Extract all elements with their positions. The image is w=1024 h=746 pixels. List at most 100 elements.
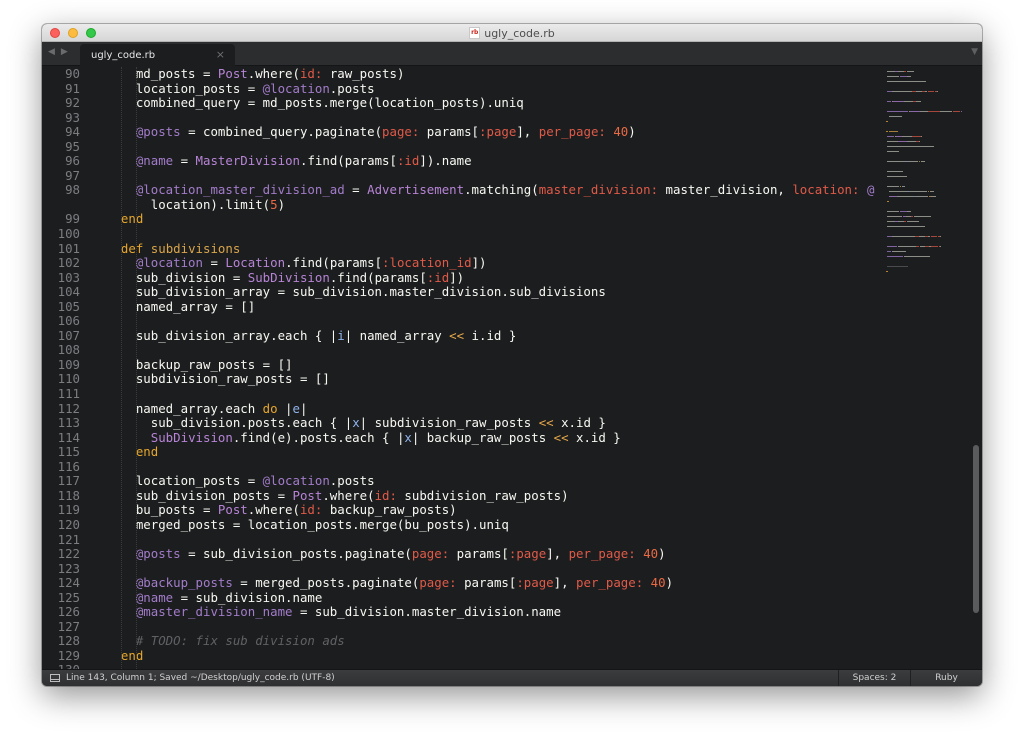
- line-number: 127: [57, 618, 80, 634]
- minimap-line: [899, 211, 907, 212]
- code-editor[interactable]: 90 91 92 93 94 95 96 97 98 99 100 101 102 103 104 105 10…: [42, 67, 982, 669]
- minimap-line: [914, 216, 931, 217]
- ruby-file-icon: rb: [469, 27, 481, 39]
- code-token: @location: [262, 473, 330, 489]
- title-bar: rb ugly_code.rb: [42, 24, 982, 42]
- code-token: x.id }: [553, 415, 606, 431]
- scroll-thumb[interactable]: [973, 445, 979, 613]
- code-token: sub_division_array.each { |: [106, 327, 338, 343]
- code-line: subdivision_raw_posts = []: [106, 372, 882, 387]
- code-token: location).limit(: [106, 196, 271, 212]
- code-token: :page: [479, 124, 517, 140]
- line-number: 115: [57, 444, 80, 460]
- code-token: .posts: [329, 80, 375, 96]
- code-token: ]): [471, 255, 487, 271]
- code-token: = merged_posts.paginate(: [232, 575, 420, 591]
- minimap-line: [887, 136, 894, 137]
- tab-back-arrow-icon[interactable]: ◀: [48, 47, 55, 57]
- tab-forward-arrow-icon[interactable]: ▶: [61, 47, 68, 57]
- minimap-line: [903, 71, 906, 72]
- line-number-gutter: 90 91 92 93 94 95 96 97 98 99 100 101 102 103 104 105 10…: [42, 67, 94, 669]
- minimap-line: [914, 196, 929, 197]
- code-token: md_posts =: [106, 67, 218, 81]
- tab-list-dropdown-icon[interactable]: ▼: [971, 47, 978, 57]
- code-line: named_array.each do |e|: [106, 400, 882, 417]
- indent-guide: [121, 67, 122, 669]
- code-line: SubDivision.find(e).posts.each { |x| bac…: [106, 429, 882, 446]
- tab-close-icon[interactable]: ×: [216, 48, 225, 61]
- code-token: id:: [299, 502, 323, 518]
- minimap-line: [918, 141, 920, 142]
- code-token: ): [665, 575, 674, 591]
- code-token: master_division:: [538, 182, 659, 198]
- code-token: @location: [135, 255, 203, 271]
- minimap-line: [915, 246, 920, 247]
- code-token: =: [344, 182, 368, 198]
- code-line: combined_query = md_posts.merge(location…: [106, 95, 882, 111]
- indentation-selector[interactable]: Spaces: 2: [838, 669, 910, 686]
- code-line: end: [106, 648, 882, 664]
- code-token: .find(params[: [285, 255, 383, 271]
- code-token: @name: [135, 589, 174, 605]
- minimap-line: [939, 236, 941, 237]
- minimap-line: [888, 131, 898, 132]
- line-number: 107: [57, 327, 80, 343]
- minimap[interactable]: [882, 67, 970, 669]
- code-token: sub_division =: [106, 269, 248, 285]
- code-token: <<: [449, 327, 465, 343]
- code-line: sub_division_array = sub_division.master…: [106, 284, 882, 300]
- minimap-line: [909, 191, 927, 192]
- code-area[interactable]: md_posts = Post.where(id: raw_posts) loc…: [106, 67, 882, 669]
- code-token: ],: [553, 575, 577, 591]
- minimap-line: [960, 111, 962, 112]
- status-bar: Line 143, Column 1; Saved ~/Desktop/ugly…: [42, 669, 982, 686]
- code-token: .find(params[: [329, 269, 427, 285]
- minimap-line: [899, 76, 907, 77]
- code-token: id:: [374, 487, 397, 503]
- minimap-line: [887, 226, 925, 227]
- minimap-line: [940, 246, 942, 247]
- code-line: @backup_posts = merged_posts.paginate(pa…: [106, 575, 882, 591]
- code-line: backup_raw_posts = []: [106, 357, 882, 373]
- line-number: 118: [57, 487, 80, 503]
- code-line: @master_division_name = sub_division.mas…: [106, 604, 882, 620]
- vertical-scrollbar[interactable]: [971, 67, 982, 669]
- code-token: .where(: [247, 502, 300, 518]
- code-token: :id: [426, 269, 450, 285]
- code-token: =: [202, 255, 226, 271]
- line-number: 108: [57, 342, 80, 358]
- code-token: Location: [225, 255, 286, 271]
- syntax-selector[interactable]: Ruby: [910, 669, 982, 686]
- line-number: 104: [57, 284, 80, 300]
- line-number: 96: [65, 153, 80, 169]
- minimap-line: [920, 161, 926, 162]
- panel-toggle-icon[interactable]: [50, 674, 60, 682]
- code-token: location_posts =: [106, 473, 263, 489]
- code-token: master_division,: [658, 182, 793, 198]
- tab-navigation: ◀ ▶: [48, 47, 68, 57]
- line-number: 120: [57, 516, 80, 532]
- code-line: @name = MasterDivision.find(params[:id])…: [106, 154, 882, 169]
- code-token: location:: [792, 182, 860, 198]
- minimap-line: [888, 116, 901, 117]
- minimap-line: [906, 211, 911, 212]
- line-number: 125: [57, 589, 80, 605]
- minimap-line: [930, 236, 938, 237]
- tab-ugly-code-rb[interactable]: ugly_code.rb ×: [80, 44, 235, 66]
- code-token: i.id }: [464, 327, 517, 343]
- code-token: combined_query = md_posts.merge(location…: [106, 95, 524, 111]
- minimap-line: [887, 221, 895, 222]
- code-token: x: [404, 429, 412, 445]
- tab-bar: ◀ ▶ ugly_code.rb × ▼: [42, 42, 982, 66]
- minimap-line: [887, 101, 891, 102]
- line-number: 105: [57, 298, 80, 314]
- code-token: named_array.each: [106, 400, 263, 416]
- code-line: location_posts = @location.posts: [106, 80, 882, 97]
- code-token: MasterDivision: [195, 153, 300, 169]
